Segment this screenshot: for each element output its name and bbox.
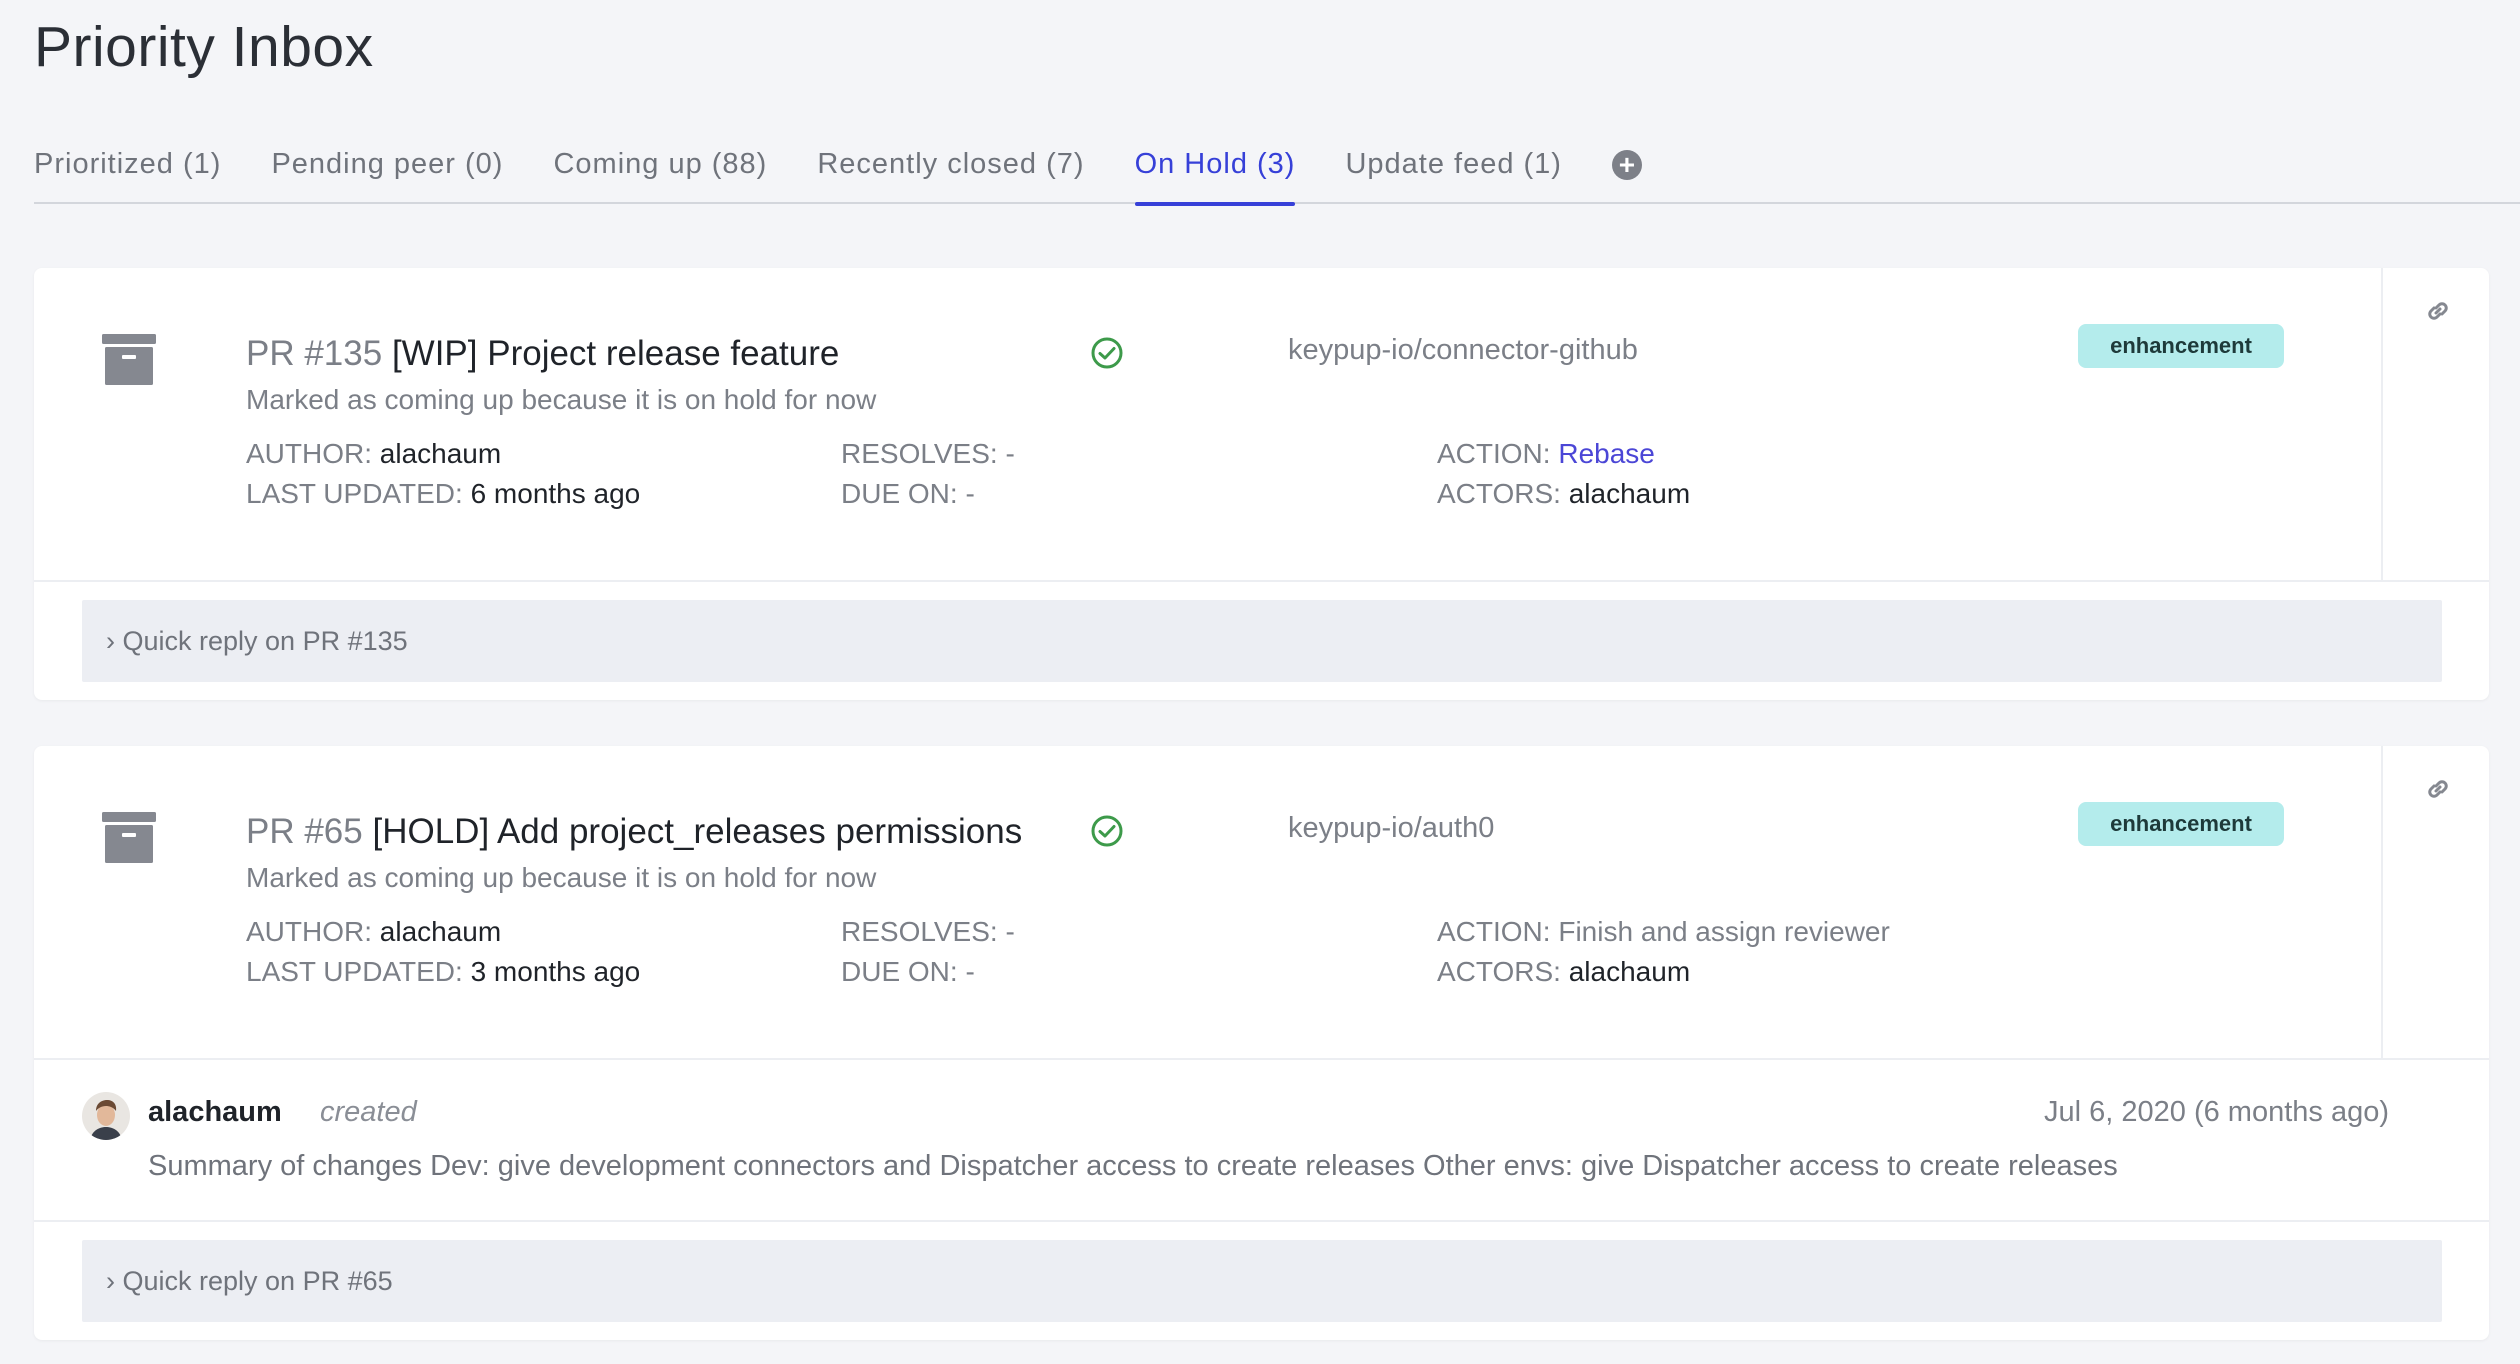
avatar [82, 1092, 130, 1140]
pr-title-text: [HOLD] Add project_releases permissions [372, 812, 1023, 851]
label-badge: enhancement [2078, 802, 2284, 846]
pr-subtitle: Marked as coming up because it is on hol… [246, 384, 877, 415]
pr-number: PR #65 [246, 812, 363, 851]
check-circle-icon [1091, 815, 1123, 847]
link-column [2381, 746, 2489, 1060]
inbox-item-main: PR #65 [HOLD] Add project_releases permi… [34, 746, 2489, 1060]
archive-icon [102, 334, 156, 385]
actors-value: alachaum [1568, 956, 1691, 987]
meta-resolves: RESOLVES: - [841, 438, 1015, 469]
action-link[interactable]: Rebase [1558, 438, 1655, 469]
tab-coming-up[interactable]: Coming up (88) [553, 130, 767, 204]
comment-date: Jul 6, 2020 (6 months ago) [2044, 1096, 2389, 1128]
tab-recently-closed[interactable]: Recently closed (7) [817, 130, 1084, 204]
comment-verb: created [320, 1096, 417, 1128]
meta-actors: ACTORS: alachaum [1437, 956, 1691, 987]
tab-on-hold[interactable]: On Hold (3) [1134, 130, 1296, 206]
page-title: Priority Inbox [34, 15, 374, 79]
comment-body: Summary of changes Dev: give development… [148, 1150, 2118, 1182]
comment-author: alachaum [148, 1096, 282, 1128]
due-on-value: - [965, 478, 975, 509]
action-value: Finish and assign reviewer [1558, 916, 1890, 947]
quick-reply-toggle[interactable]: › Quick reply on PR #65 [82, 1240, 2442, 1322]
inbox-item-main: PR #135 [WIP] Project release feature Ma… [34, 268, 2489, 582]
actors-value: alachaum [1568, 478, 1691, 509]
tab-prioritized[interactable]: Prioritized (1) [34, 130, 221, 204]
meta-actors: ACTORS: alachaum [1437, 478, 1691, 509]
tab-bar: Prioritized (1) Pending peer (0) Coming … [34, 130, 2520, 206]
author-value: alachaum [379, 438, 502, 469]
due-on-value: - [965, 956, 975, 987]
meta-author: AUTHOR: alachaum [246, 916, 502, 947]
comment: alachaum created Jul 6, 2020 (6 months a… [34, 1062, 2489, 1222]
meta-last-updated: LAST UPDATED: 6 months ago [246, 478, 641, 509]
link-column [2381, 268, 2489, 582]
repo-name[interactable]: keypup-io/auth0 [1288, 812, 1494, 845]
resolves-value: - [1005, 438, 1015, 469]
inbox-item-card: PR #65 [HOLD] Add project_releases permi… [34, 746, 2489, 1340]
check-circle-icon [1091, 337, 1123, 369]
inbox-item-card: PR #135 [WIP] Project release feature Ma… [34, 268, 2489, 700]
link-icon[interactable] [2423, 774, 2453, 804]
quick-reply-toggle[interactable]: › Quick reply on PR #135 [82, 600, 2442, 682]
meta-due-on: DUE ON: - [841, 956, 975, 987]
tab-update-feed[interactable]: Update feed (1) [1345, 130, 1562, 204]
pr-title[interactable]: PR #135 [WIP] Project release feature [246, 334, 839, 374]
meta-action: ACTION: Rebase [1437, 438, 1655, 469]
last-updated-value: 6 months ago [470, 478, 641, 509]
meta-resolves: RESOLVES: - [841, 916, 1015, 947]
pr-number: PR #135 [246, 334, 383, 373]
meta-author: AUTHOR: alachaum [246, 438, 502, 469]
label-badge: enhancement [2078, 324, 2284, 368]
plus-circle-icon[interactable]: + [1611, 150, 1642, 180]
link-icon[interactable] [2423, 296, 2453, 326]
archive-icon [102, 812, 156, 863]
meta-due-on: DUE ON: - [841, 478, 975, 509]
pr-title-text: [WIP] Project release feature [391, 334, 840, 373]
meta-action: ACTION: Finish and assign reviewer [1437, 916, 1890, 947]
meta-last-updated: LAST UPDATED: 3 months ago [246, 956, 641, 987]
pr-subtitle: Marked as coming up because it is on hol… [246, 862, 877, 893]
resolves-value: - [1005, 916, 1015, 947]
author-value: alachaum [379, 916, 502, 947]
pr-title[interactable]: PR #65 [HOLD] Add project_releases permi… [246, 812, 1022, 852]
repo-name[interactable]: keypup-io/connector-github [1288, 334, 1638, 367]
tab-pending-peer[interactable]: Pending peer (0) [271, 130, 503, 204]
last-updated-value: 3 months ago [470, 956, 641, 987]
